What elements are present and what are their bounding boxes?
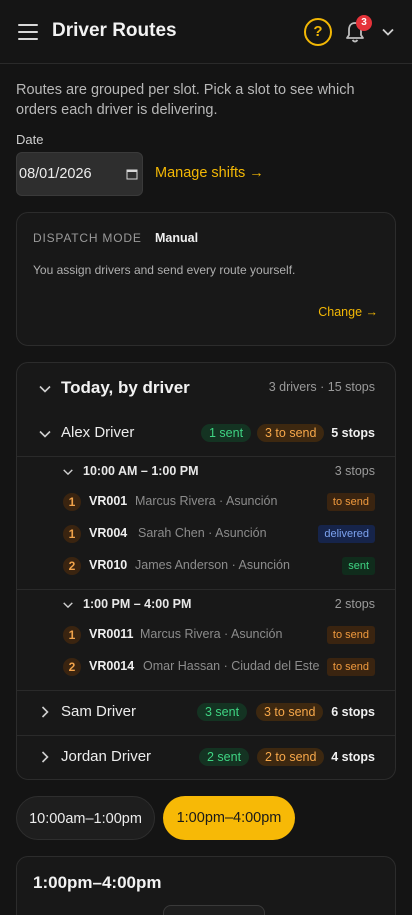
dispatch-mode-label: DISPATCH MODE bbox=[33, 231, 142, 245]
change-dispatch-link[interactable]: Change → bbox=[318, 305, 378, 319]
order-code: VR010 bbox=[89, 558, 128, 572]
status-badge: to send bbox=[326, 493, 375, 511]
divider bbox=[17, 589, 395, 590]
sent-count-badge: 3 sent bbox=[197, 703, 248, 721]
divider bbox=[17, 690, 395, 691]
intro-text: Routes are grouped per slot. Pick a slot… bbox=[16, 82, 355, 118]
order-code: VR0011 bbox=[89, 627, 134, 641]
selected-slot-card: 1:00pm–4:00pm bbox=[16, 856, 396, 915]
sequence-number: 2 bbox=[63, 658, 81, 676]
sequence-number: 2 bbox=[63, 557, 81, 575]
to-send-count-badge: 3 to send bbox=[257, 424, 325, 442]
order-code: VR0014 bbox=[89, 659, 135, 673]
order-customer-city: Marcus Rivera · Asunción bbox=[140, 627, 283, 641]
today-summary: 3 drivers · 15 stops bbox=[268, 380, 375, 394]
sequence-number: 1 bbox=[63, 525, 81, 543]
today-by-driver-card: Today, by driver 3 drivers · 15 stops Al… bbox=[16, 362, 396, 780]
divider bbox=[17, 456, 395, 457]
divider bbox=[17, 735, 395, 736]
driver-stops-count: 6 stops bbox=[331, 705, 375, 719]
notification-badge: 3 bbox=[356, 15, 372, 31]
top-app-bar: Driver Routes ? 3 bbox=[0, 0, 412, 64]
order-code: VR004 bbox=[89, 526, 128, 540]
sequence-number: 1 bbox=[63, 626, 81, 644]
date-value: 08/01/2026 bbox=[19, 166, 92, 182]
chevron-down-icon[interactable] bbox=[62, 599, 74, 611]
today-title[interactable]: Today, by driver bbox=[61, 378, 190, 398]
chevron-down-icon[interactable] bbox=[38, 427, 52, 441]
chevron-down-icon[interactable] bbox=[62, 466, 74, 478]
chevron-down-icon[interactable] bbox=[380, 24, 396, 40]
driver-stops-count: 4 stops bbox=[331, 750, 375, 764]
page-title: Driver Routes bbox=[52, 20, 177, 41]
chevron-down-icon[interactable] bbox=[38, 382, 52, 396]
date-input[interactable]: 08/01/2026 bbox=[16, 152, 143, 196]
slot-stops-count: 2 stops bbox=[334, 597, 375, 611]
date-label: Date bbox=[16, 132, 44, 147]
order-customer-city: Sarah Chen · Asunción bbox=[138, 526, 267, 540]
chevron-right-icon[interactable] bbox=[38, 750, 52, 764]
slot-time: 1:00 PM – 4:00 PM bbox=[83, 597, 192, 611]
slot-card-control[interactable] bbox=[163, 905, 265, 915]
driver-stops-count: 5 stops bbox=[331, 426, 375, 440]
slot-tab-afternoon[interactable]: 1:00pm–4:00pm bbox=[163, 796, 295, 840]
driver-name: Alex Driver bbox=[61, 424, 135, 441]
chevron-right-icon[interactable] bbox=[38, 705, 52, 719]
to-send-count-badge: 3 to send bbox=[256, 703, 324, 721]
to-send-count-badge: 2 to send bbox=[257, 748, 325, 766]
status-badge: to send bbox=[326, 626, 375, 644]
sent-count-badge: 2 sent bbox=[199, 748, 250, 766]
sequence-number: 1 bbox=[63, 493, 81, 511]
dispatch-mode-value: Manual bbox=[155, 231, 199, 245]
driver-name: Jordan Driver bbox=[61, 748, 152, 765]
driver-name: Sam Driver bbox=[61, 703, 137, 720]
manage-shifts-link[interactable]: Manage shifts → bbox=[155, 165, 264, 181]
status-badge: to send bbox=[326, 658, 375, 676]
order-customer-city: James Anderson · Asunción bbox=[135, 558, 290, 572]
slot-time: 10:00 AM – 1:00 PM bbox=[83, 464, 199, 478]
order-customer-city: Marcus Rivera · Asunción bbox=[135, 494, 278, 508]
slot-stops-count: 3 stops bbox=[334, 464, 375, 478]
slot-tab-morning[interactable]: 10:00am–1:00pm bbox=[16, 796, 155, 840]
dispatch-mode-description: You assign drivers and send every route … bbox=[33, 263, 296, 277]
sent-count-badge: 1 sent bbox=[201, 424, 252, 442]
order-code: VR001 bbox=[89, 494, 128, 508]
order-customer-city: Omar Hassan · Ciudad del Este bbox=[143, 659, 320, 673]
dispatch-mode-card: DISPATCH MODE Manual You assign drivers … bbox=[16, 212, 396, 346]
help-icon[interactable]: ? bbox=[304, 18, 332, 46]
hamburger-menu-icon[interactable] bbox=[18, 24, 38, 40]
status-badge: sent bbox=[342, 557, 375, 575]
status-badge: delivered bbox=[318, 525, 375, 543]
selected-slot-title: 1:00pm–4:00pm bbox=[33, 873, 162, 892]
calendar-icon[interactable] bbox=[126, 168, 138, 180]
